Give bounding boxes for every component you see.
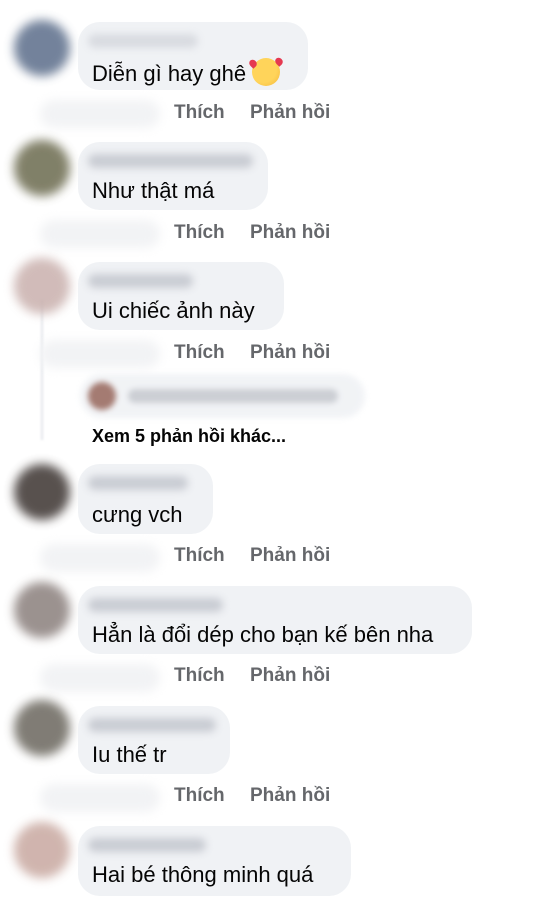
reply-button[interactable]: Phản hồi bbox=[250, 102, 330, 124]
commenter-name[interactable] bbox=[88, 154, 253, 168]
commenter-name[interactable] bbox=[88, 34, 198, 48]
reply-button[interactable]: Phản hồi bbox=[250, 665, 330, 687]
comment-text: Như thật má bbox=[92, 178, 215, 203]
timestamp[interactable] bbox=[40, 100, 160, 128]
comment-bubble: Hẳn là đổi dép cho bạn kế bên nha bbox=[78, 586, 472, 654]
comment-bubble: Diễn gì hay ghê bbox=[78, 22, 308, 90]
avatar[interactable] bbox=[14, 258, 70, 314]
avatar[interactable] bbox=[14, 582, 70, 638]
like-button[interactable]: Thích bbox=[174, 545, 225, 567]
comment-bubble: Như thật má bbox=[78, 142, 268, 210]
comment-text: cưng vch bbox=[92, 502, 183, 527]
timestamp[interactable] bbox=[40, 544, 160, 572]
comment-bubble: Ui chiếc ảnh này bbox=[78, 262, 284, 330]
like-button[interactable]: Thích bbox=[174, 102, 225, 124]
comment-bubble: Iu thế tr bbox=[78, 706, 230, 774]
commenter-name[interactable] bbox=[88, 274, 193, 288]
timestamp[interactable] bbox=[40, 340, 160, 368]
commenter-name[interactable] bbox=[88, 476, 188, 490]
reply-button[interactable]: Phản hồi bbox=[250, 785, 330, 807]
comment-bubble: Hai bé thông minh quá bbox=[78, 826, 351, 896]
like-button[interactable]: Thích bbox=[174, 785, 225, 807]
timestamp[interactable] bbox=[40, 220, 160, 248]
reply-button[interactable]: Phản hồi bbox=[250, 342, 330, 364]
view-more-replies-link[interactable]: Xem 5 phản hồi khác... bbox=[92, 426, 286, 447]
commenter-name[interactable] bbox=[88, 598, 223, 612]
reply-button[interactable]: Phản hồi bbox=[250, 545, 330, 567]
comment-text: Hai bé thông minh quá bbox=[92, 862, 314, 887]
reply-avatar bbox=[88, 382, 116, 410]
avatar[interactable] bbox=[14, 700, 70, 756]
like-button[interactable]: Thích bbox=[174, 342, 225, 364]
thread-line bbox=[41, 300, 43, 440]
reply-button[interactable]: Phản hồi bbox=[250, 222, 330, 244]
reply-preview[interactable] bbox=[80, 374, 365, 418]
avatar[interactable] bbox=[14, 140, 70, 196]
comment-text: Hẳn là đổi dép cho bạn kế bên nha bbox=[92, 622, 434, 647]
avatar[interactable] bbox=[14, 464, 70, 520]
commenter-name[interactable] bbox=[88, 838, 206, 852]
avatar[interactable] bbox=[14, 822, 70, 878]
like-button[interactable]: Thích bbox=[174, 665, 225, 687]
commenter-name[interactable] bbox=[88, 718, 216, 732]
reply-preview-text bbox=[128, 389, 338, 403]
smiling-face-with-hearts-icon bbox=[252, 58, 281, 86]
timestamp[interactable] bbox=[40, 784, 160, 812]
comment-text-content: Diễn gì hay ghê bbox=[92, 61, 247, 86]
like-button[interactable]: Thích bbox=[174, 222, 225, 244]
avatar[interactable] bbox=[14, 20, 70, 76]
comment-text: Iu thế tr bbox=[92, 742, 167, 767]
timestamp[interactable] bbox=[40, 664, 160, 692]
comment-text: Diễn gì hay ghê bbox=[92, 58, 281, 87]
comment-text: Ui chiếc ảnh này bbox=[92, 298, 255, 323]
comment-bubble: cưng vch bbox=[78, 464, 213, 534]
